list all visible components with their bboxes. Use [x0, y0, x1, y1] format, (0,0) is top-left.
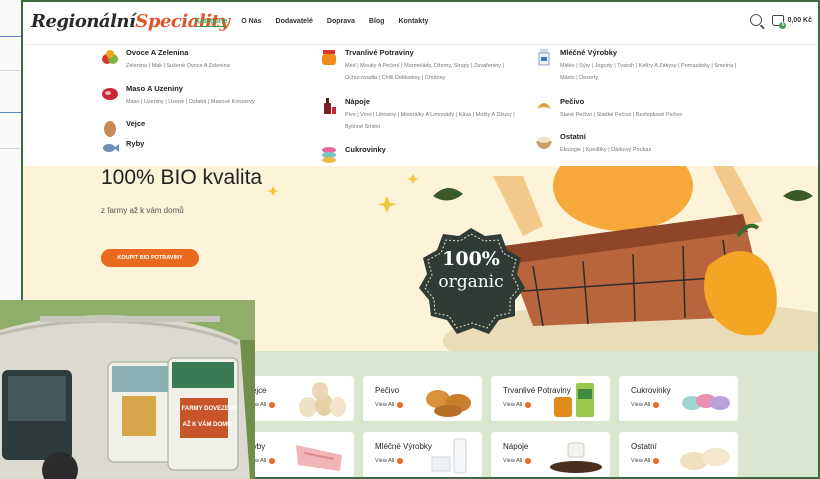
nav-item-kategorie[interactable]: Kategorie: [195, 18, 228, 27]
tile-ostatni[interactable]: Ostatní View All: [619, 432, 738, 477]
hero-title: 100% BIO kvalita: [101, 166, 263, 189]
bottle-icon: [324, 98, 336, 114]
cart-count-badge: 0: [779, 21, 787, 29]
tile-napoje[interactable]: Nápoje View All: [491, 432, 610, 477]
view-all-link[interactable]: View All: [631, 402, 660, 408]
cart-button[interactable]: 0 0,00 Kč: [772, 14, 812, 29]
nav-item-blog[interactable]: Blog: [369, 18, 385, 27]
macaron-icon: [322, 147, 336, 163]
menu-category-title: Trvanlivé Potraviny: [345, 48, 414, 57]
view-all-link[interactable]: View All: [631, 458, 660, 464]
view-all-label: View All: [503, 458, 523, 464]
eggs-image: [299, 382, 346, 417]
arrow-icon: [653, 458, 660, 464]
menu-category-links[interactable]: Med | Mouky A Pečení | Marmelády, Džemy,…: [345, 60, 525, 84]
view-all-label: View All: [375, 402, 395, 408]
view-all-label: View All: [503, 402, 523, 408]
screen: RegionálníSpeciality Kategorie O Nás Dod…: [0, 0, 820, 479]
hero-subtitle: z farmy až k vám domů: [101, 206, 184, 215]
nav-item-o-nas[interactable]: O Nás: [241, 18, 261, 27]
nav-item-dodavatele[interactable]: Dodavatelé: [276, 18, 313, 27]
van-sign-line2: AŽ K VÁM DOMŮ: [182, 422, 232, 428]
coffee-image: [550, 442, 602, 473]
arrow-icon: [525, 402, 532, 408]
croissant-icon: [537, 103, 551, 109]
menu-category-links[interactable]: Pivo | Víno | Lihoviny | Minerálky A Lim…: [345, 109, 525, 133]
tile-title: Ostatní: [631, 442, 657, 451]
honey-jar-image: [554, 383, 594, 417]
menu-category-title: Pečivo: [560, 97, 585, 106]
cart-total: 0,00 Kč: [787, 16, 812, 24]
divider: [0, 148, 22, 149]
menu-category-title: Cukrovinky: [345, 145, 386, 154]
menu-category-links[interactable]: Ekologie | Knedlíky | Dárkový Poukaz: [560, 144, 740, 156]
menu-category-links[interactable]: Zelenina | Mák | Sušené Ovoce A Zelenina: [126, 60, 306, 72]
divider: [0, 70, 22, 71]
pastry-image: [426, 390, 471, 417]
menu-category-title: Nápoje: [345, 97, 371, 106]
tile-mlecne[interactable]: Mléčné Výrobky View All: [363, 432, 482, 477]
badge-organic: organic: [438, 272, 504, 292]
menu-category-links[interactable]: Maso | Uzeniny | Uzené | Ostatní | Masov…: [126, 96, 306, 108]
jar-icon: [322, 50, 336, 65]
milk-image: [431, 438, 467, 474]
tile-title: Cukrovinky: [631, 386, 671, 395]
van-sign-line1: Z FARMY DOVEZEME: [176, 406, 238, 412]
fruit-vegetable-icon: [102, 50, 118, 64]
menu-category-title: Ostatní: [560, 132, 586, 141]
view-all-label: View All: [631, 402, 651, 408]
nav-item-doprava[interactable]: Doprava: [327, 18, 355, 27]
delivery-van-photo: Z FARMY DOVEZEME AŽ K VÁM DOMŮ: [0, 300, 255, 479]
chart-line: [0, 112, 22, 113]
header-actions: 0 0,00 Kč: [750, 14, 812, 29]
tile-pecivo[interactable]: Pečivo View All: [363, 376, 482, 421]
arrow-icon: [269, 402, 276, 408]
meat-icon: [102, 88, 118, 100]
menu-category-title: Maso A Uzeniny: [126, 84, 183, 93]
main-nav: Kategorie O Nás Dodavatelé Doprava Blog …: [195, 18, 428, 27]
macarons-image: [682, 394, 730, 410]
arrow-icon: [269, 458, 276, 464]
view-all-link[interactable]: View All: [375, 402, 404, 408]
tile-trvanlive[interactable]: Trvanlivé Potraviny View All: [491, 376, 610, 421]
arrow-icon: [397, 458, 404, 464]
logo-text-part1: Regionální: [31, 11, 136, 32]
buy-bio-button[interactable]: KOUPIT BIO POTRAVINY: [101, 249, 199, 267]
tile-cukrovinky[interactable]: Cukrovinky View All: [619, 376, 738, 421]
dumplings-image: [680, 448, 730, 470]
site-header: RegionálníSpeciality Kategorie O Nás Dod…: [23, 2, 818, 44]
view-all-link[interactable]: View All: [503, 458, 532, 464]
view-all-label: View All: [631, 458, 651, 464]
arrow-icon: [397, 402, 404, 408]
bowl-icon: [536, 137, 552, 149]
view-all-label: View All: [375, 458, 395, 464]
van-illustration: [0, 300, 255, 479]
fish-icon: [103, 144, 119, 152]
tile-title: Nápoje: [503, 442, 529, 451]
egg-icon: [104, 121, 116, 137]
fish-image: [296, 445, 342, 471]
menu-category-links[interactable]: Slané Pečivo | Sladké Pečivo | Bezlepkov…: [560, 109, 740, 121]
nav-item-kontakty[interactable]: Kontakty: [398, 18, 428, 27]
tile-title: Pečivo: [375, 386, 400, 395]
chart-line: [0, 36, 22, 37]
view-all-link[interactable]: View All: [503, 402, 532, 408]
cart-icon: 0: [772, 14, 787, 29]
menu-category-title: Ovoce A Zelenina: [126, 48, 189, 57]
menu-category-links[interactable]: Mléko | Sýry | Jogurty | Tvaroh | Kefíry…: [560, 60, 740, 84]
menu-category-title: Mléčné Výrobky: [560, 48, 618, 57]
badge-percent: 100%: [442, 248, 500, 270]
menu-category-title: Ryby: [126, 139, 145, 148]
arrow-icon: [525, 458, 532, 464]
menu-category-title: Vejce: [126, 119, 146, 128]
categories-mega-menu: Ovoce A Zelenina Zelenina | Mák | Sušené…: [23, 44, 818, 166]
arrow-icon: [653, 402, 660, 408]
milk-icon: [538, 49, 550, 66]
search-icon[interactable]: [750, 14, 763, 26]
view-all-link[interactable]: View All: [375, 458, 404, 464]
